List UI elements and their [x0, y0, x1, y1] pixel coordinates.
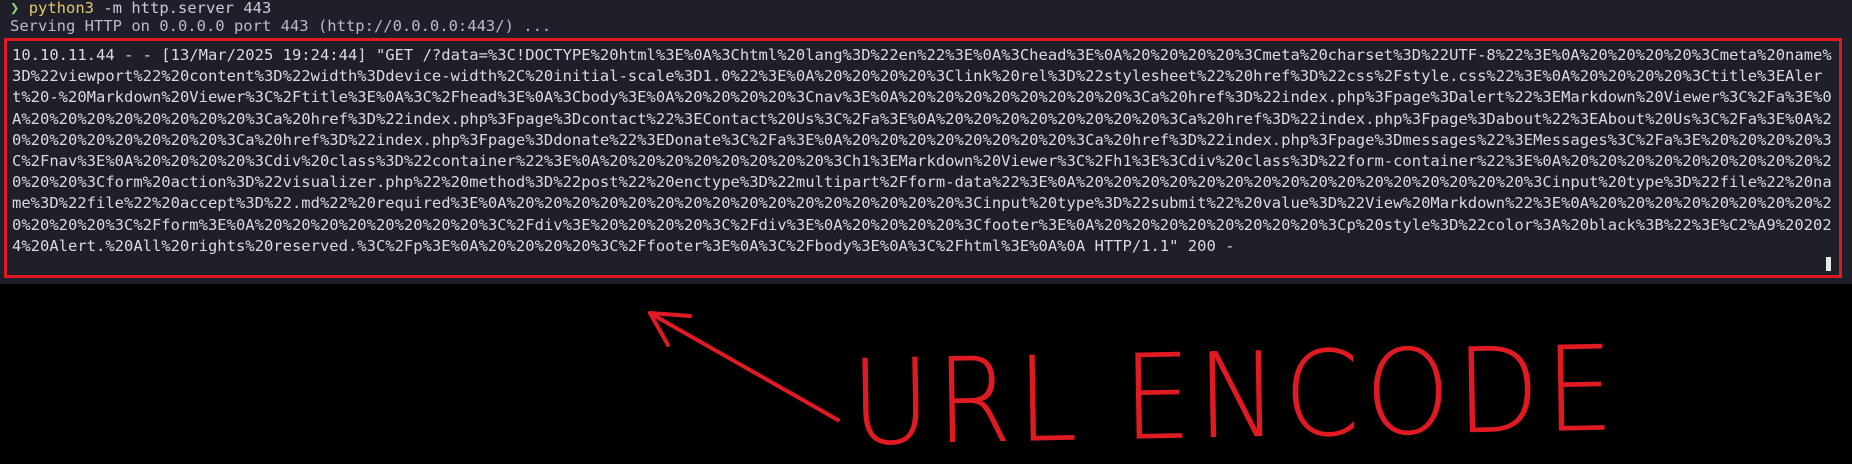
terminal-window[interactable]: ❯ python3 -m http.server 443 Serving HTT… — [0, 0, 1852, 284]
terminal-cursor — [1826, 257, 1831, 271]
highlighted-log-entry: 10.10.11.44 - - [13/Mar/2025 19:24:44] "… — [4, 38, 1842, 278]
server-status-line: Serving HTTP on 0.0.0.0 port 443 (http:/… — [10, 17, 552, 35]
http-request-log: 10.10.11.44 - - [13/Mar/2025 19:24:44] "… — [12, 46, 1832, 255]
command-name: python3 — [28, 0, 95, 17]
annotation-label: URL ENCODE — [849, 319, 1621, 464]
command-line: ❯ python3 -m http.server 443 — [10, 0, 271, 18]
screenshot: ❯ python3 -m http.server 443 Serving HTT… — [0, 0, 1852, 464]
command-args: -m http.server 443 — [94, 0, 272, 17]
prompt-arrow-icon: ❯ — [10, 0, 20, 17]
